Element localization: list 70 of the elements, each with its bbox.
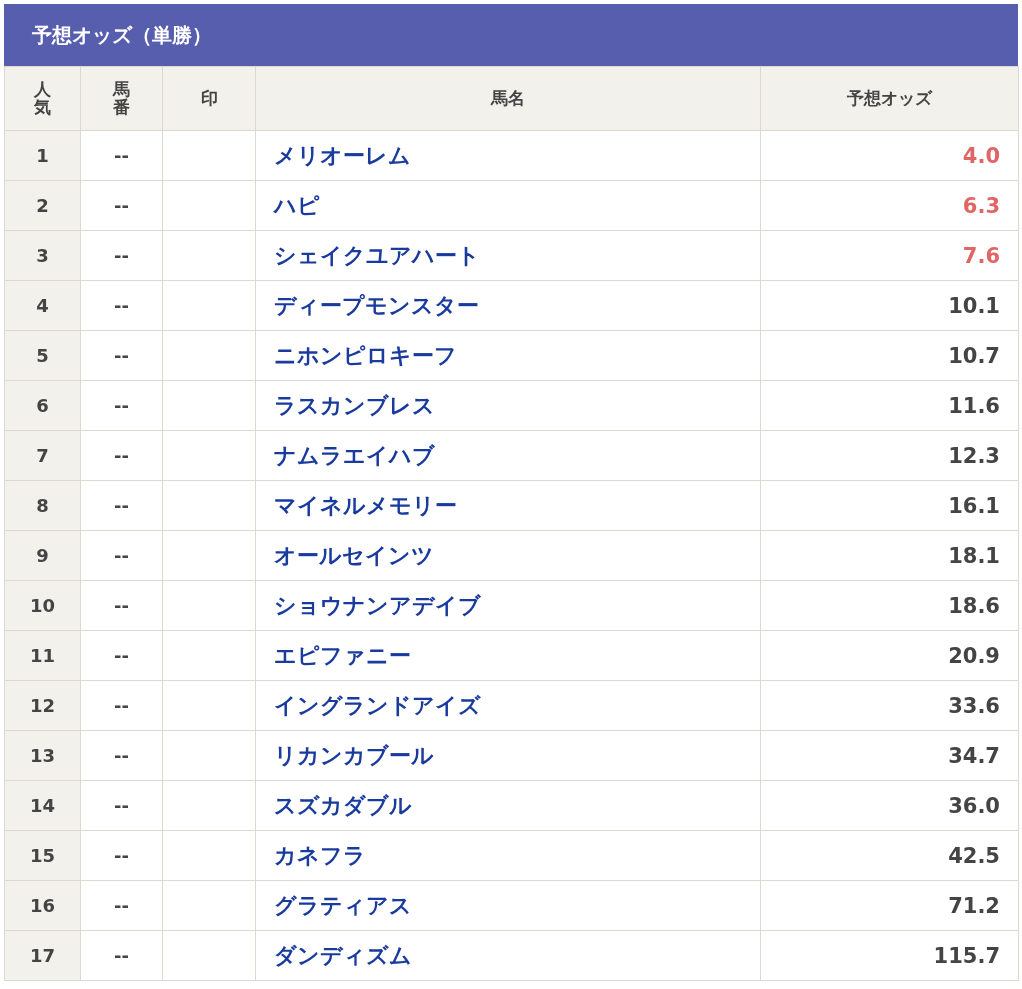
rank-cell: 7: [4, 430, 81, 481]
horse-number-cell: --: [80, 880, 163, 931]
rank-cell: 5: [4, 330, 81, 381]
odds-cell: 18.1: [760, 530, 1019, 581]
rank-cell: 16: [4, 880, 81, 931]
horse-number-cell: --: [80, 430, 163, 481]
odds-cell: 4.0: [760, 130, 1019, 181]
horse-name-link[interactable]: ナムラエイハブ: [274, 442, 435, 468]
horse-name-link[interactable]: ダンディズム: [274, 942, 412, 968]
horse-number-cell: --: [80, 930, 163, 981]
rank-cell: 12: [4, 680, 81, 731]
horse-number-cell: --: [80, 380, 163, 431]
rank-cell: 9: [4, 530, 81, 581]
horse-number-cell: --: [80, 580, 163, 631]
rank-cell: 17: [4, 930, 81, 981]
horse-number-cell: --: [80, 280, 163, 331]
odds-cell: 42.5: [760, 830, 1019, 881]
horse-name-link[interactable]: マイネルメモリー: [274, 492, 457, 518]
odds-cell: 12.3: [760, 430, 1019, 481]
rank-cell: 6: [4, 380, 81, 431]
odds-cell: 18.6: [760, 580, 1019, 631]
horse-number-cell: --: [80, 480, 163, 531]
odds-cell: 7.6: [760, 230, 1019, 281]
horse-name-link[interactable]: ハピ: [274, 192, 320, 218]
rank-cell: 2: [4, 180, 81, 231]
odds-cell: 71.2: [760, 880, 1019, 931]
odds-cell: 20.9: [760, 630, 1019, 681]
horse-number-cell: --: [80, 230, 163, 281]
horse-number-cell: --: [80, 330, 163, 381]
column-header: 人気: [4, 66, 81, 131]
column-header: 印: [162, 66, 256, 131]
rank-cell: 14: [4, 780, 81, 831]
horse-number-cell: --: [80, 630, 163, 681]
horse-name-link[interactable]: リカンカブール: [274, 742, 434, 768]
odds-cell: 11.6: [760, 380, 1019, 431]
horse-name-link[interactable]: ニホンピロキーフ: [274, 342, 457, 368]
horse-name-link[interactable]: グラティアス: [274, 892, 412, 918]
table-title: 予想オッズ（単勝）: [4, 4, 1018, 66]
horse-number-cell: --: [80, 130, 163, 181]
odds-cell: 33.6: [760, 680, 1019, 731]
horse-number-cell: --: [80, 730, 163, 781]
horse-name-link[interactable]: カネフラ: [274, 842, 366, 868]
rank-cell: 15: [4, 830, 81, 881]
rank-cell: 3: [4, 230, 81, 281]
horse-name-link[interactable]: エピファニー: [274, 642, 411, 668]
rank-cell: 8: [4, 480, 81, 531]
rank-cell: 1: [4, 130, 81, 181]
odds-cell: 36.0: [760, 780, 1019, 831]
horse-number-cell: --: [80, 830, 163, 881]
horse-number-cell: --: [80, 530, 163, 581]
odds-cell: 6.3: [760, 180, 1019, 231]
horse-number-cell: --: [80, 680, 163, 731]
rank-cell: 13: [4, 730, 81, 781]
odds-cell: 16.1: [760, 480, 1019, 531]
odds-cell: 115.7: [760, 930, 1019, 981]
horse-name-link[interactable]: スズカダブル: [274, 792, 412, 818]
odds-cell: 10.1: [760, 280, 1019, 331]
column-header: 馬番: [80, 66, 163, 131]
rank-cell: 10: [4, 580, 81, 631]
horse-number-cell: --: [80, 180, 163, 231]
horse-name-link[interactable]: ラスカンブレス: [274, 392, 435, 418]
odds-cell: 10.7: [760, 330, 1019, 381]
horse-number-cell: --: [80, 780, 163, 831]
column-header: 馬名: [255, 66, 761, 131]
rank-cell: 11: [4, 630, 81, 681]
horse-name-link[interactable]: オールセインツ: [274, 542, 434, 568]
odds-cell: 34.7: [760, 730, 1019, 781]
horse-name-link[interactable]: メリオーレム: [274, 142, 411, 168]
column-header: 予想オッズ: [760, 66, 1019, 131]
rank-cell: 4: [4, 280, 81, 331]
